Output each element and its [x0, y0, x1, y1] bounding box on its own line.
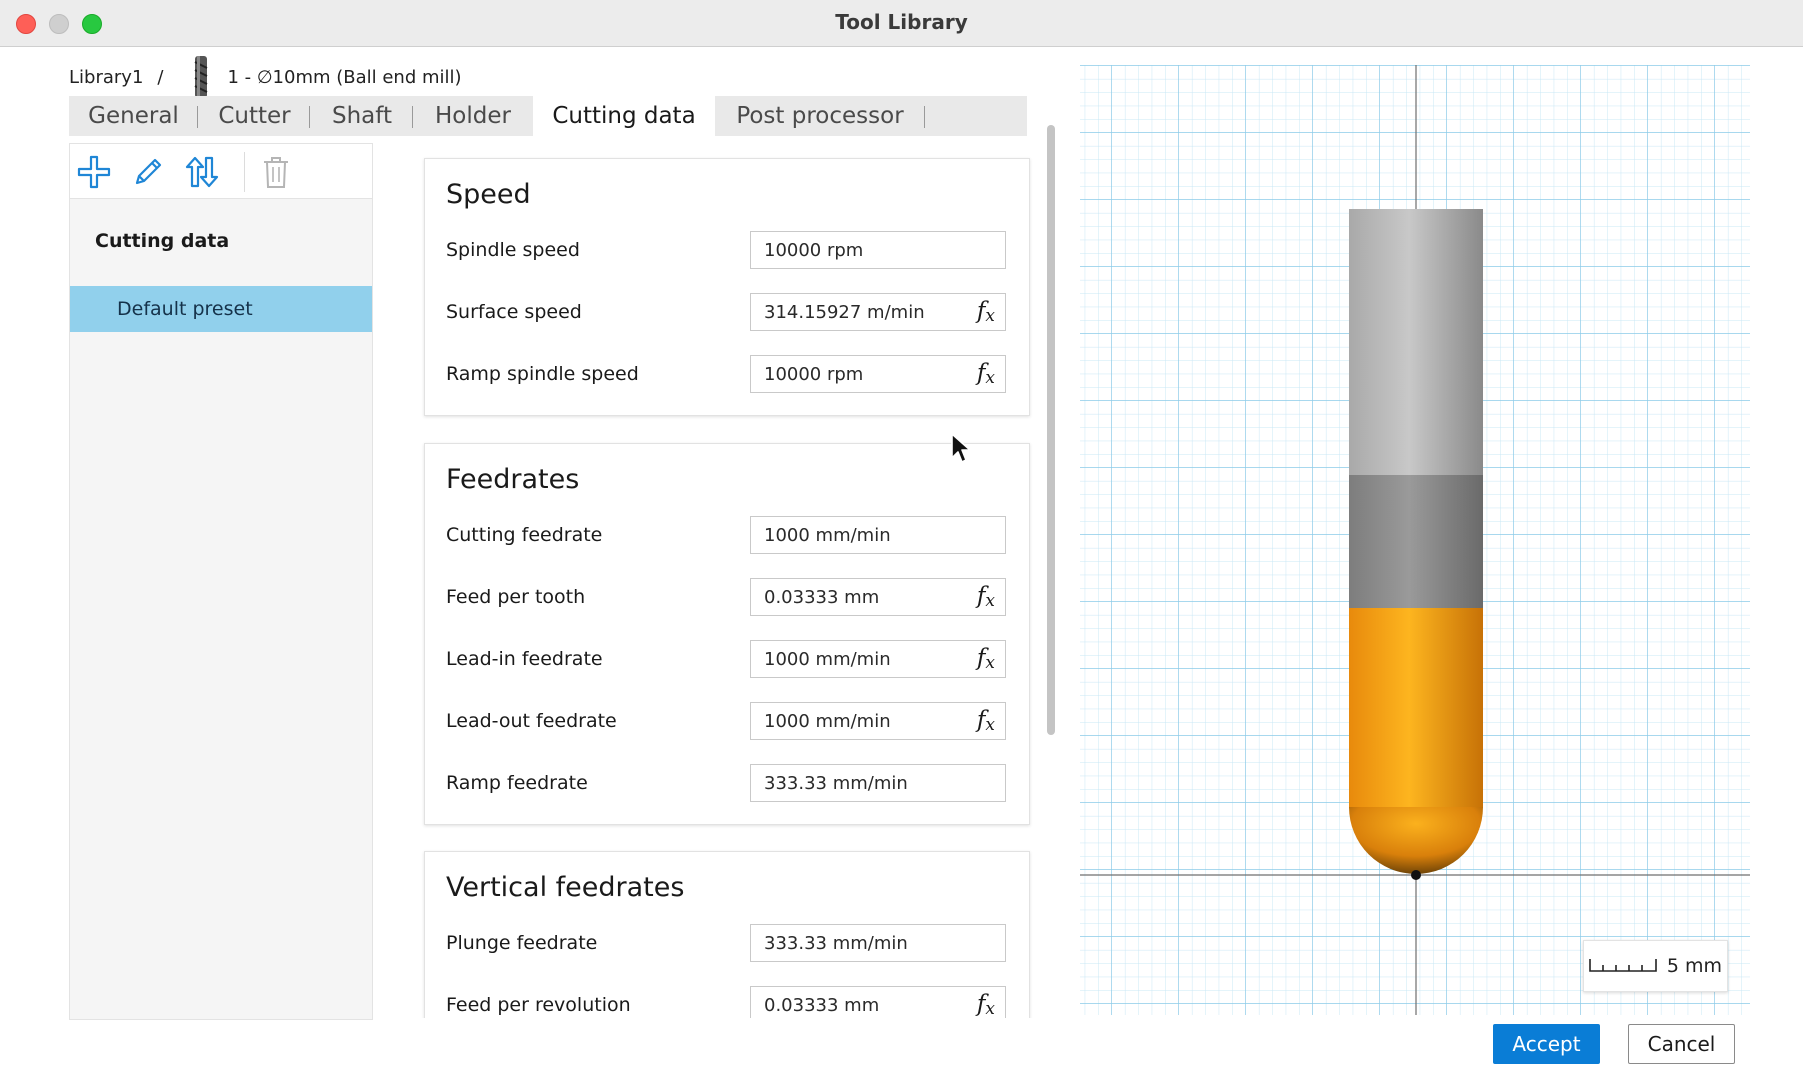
add-preset-button[interactable]: [76, 154, 112, 190]
lead-out-feedrate-label: Lead-out feedrate: [446, 710, 617, 732]
formula-icon[interactable]: fx: [977, 583, 995, 611]
preset-group-header: Cutting data: [95, 230, 230, 252]
sort-icon: [185, 156, 219, 188]
lead-in-feedrate-field[interactable]: fx: [750, 640, 1006, 678]
feedrates-section: Feedrates Cutting feedrate Feed per toot…: [424, 443, 1030, 825]
cancel-button[interactable]: Cancel: [1628, 1024, 1735, 1064]
cutting-feedrate-input[interactable]: [751, 517, 964, 553]
fx-sub: x: [985, 368, 995, 388]
section-title: Feedrates: [446, 464, 580, 495]
ramp-feedrate-field[interactable]: [750, 764, 1006, 802]
ramp-feedrate-label: Ramp feedrate: [446, 772, 588, 794]
edit-preset-button[interactable]: [130, 154, 166, 190]
surface-speed-field[interactable]: fx: [750, 293, 1006, 331]
formula-icon[interactable]: fx: [977, 360, 995, 388]
window-title: Tool Library: [835, 10, 968, 34]
cutting-feedrate-field[interactable]: [750, 516, 1006, 554]
delete-preset-button[interactable]: [258, 154, 294, 190]
tab-label: Cutting data: [552, 103, 696, 129]
tool-holder-shape: [1349, 209, 1483, 477]
preset-item-label: Default preset: [117, 298, 253, 320]
tool-shaft-shape: [1349, 475, 1483, 610]
speed-section: Speed Spindle speed Surface speed fx Ram…: [424, 158, 1030, 416]
lead-in-feedrate-label: Lead-in feedrate: [446, 648, 603, 670]
lead-in-feedrate-input[interactable]: [751, 641, 964, 677]
tab-general[interactable]: General: [69, 96, 198, 136]
tool-cutter-shape: [1349, 608, 1483, 808]
surface-speed-input[interactable]: [751, 294, 964, 330]
edit-icon: [135, 158, 162, 185]
formula-icon[interactable]: fx: [977, 707, 995, 735]
tab-bar: General Cutter Shaft Holder Cutting data…: [69, 94, 1027, 138]
plunge-feedrate-label: Plunge feedrate: [446, 932, 598, 954]
section-title: Vertical feedrates: [446, 872, 685, 903]
tab-post-processor[interactable]: Post processor: [715, 96, 925, 136]
mouse-cursor-icon: [951, 433, 971, 463]
fx-sub: x: [985, 653, 995, 673]
lead-out-feedrate-input[interactable]: [751, 703, 964, 739]
preset-toolbar: [70, 144, 372, 199]
section-title: Speed: [446, 179, 531, 210]
ramp-spindle-speed-label: Ramp spindle speed: [446, 363, 639, 385]
cutting-feedrate-label: Cutting feedrate: [446, 524, 603, 546]
ramp-spindle-speed-field[interactable]: fx: [750, 355, 1006, 393]
plunge-feedrate-field[interactable]: [750, 924, 1006, 962]
surface-speed-label: Surface speed: [446, 301, 582, 323]
toolbar-divider: [244, 152, 245, 192]
tab-label: Post processor: [736, 103, 904, 129]
spindle-speed-input[interactable]: [751, 232, 964, 268]
breadcrumb: Library1 / 1 - ∅10mm (Ball end mill): [69, 56, 462, 98]
fx-sub: x: [985, 999, 995, 1019]
tab-label: Shaft: [332, 103, 392, 129]
end-mill-icon: [195, 56, 208, 98]
tab-label: Holder: [435, 103, 511, 129]
formula-icon[interactable]: fx: [977, 645, 995, 673]
form-scrollbar[interactable]: [1047, 125, 1055, 735]
fx-sub: x: [985, 715, 995, 735]
tab-divider: [309, 106, 310, 128]
feed-per-tooth-input[interactable]: [751, 579, 964, 615]
preset-panel: Cutting data Default preset: [69, 143, 373, 1020]
tab-label: Cutter: [218, 103, 291, 129]
tab-shaft[interactable]: Shaft: [311, 96, 413, 136]
ruler-icon: [1589, 959, 1657, 972]
lead-out-feedrate-field[interactable]: fx: [750, 702, 1006, 740]
vertical-feedrates-section: Vertical feedrates Plunge feedrate Feed …: [424, 851, 1030, 1024]
breadcrumb-tool: 1 - ∅10mm (Ball end mill): [227, 66, 462, 88]
spindle-speed-label: Spindle speed: [446, 239, 580, 261]
tab-divider: [924, 106, 925, 128]
formula-icon[interactable]: fx: [977, 298, 995, 326]
tool-preview: [1080, 65, 1750, 1015]
breadcrumb-separator: /: [157, 66, 164, 88]
feed-per-tooth-field[interactable]: fx: [750, 578, 1006, 616]
tool-tip-point: [1411, 870, 1421, 880]
fx-sub: x: [985, 306, 995, 326]
breadcrumb-library[interactable]: Library1: [69, 67, 143, 88]
fx-sub: x: [985, 591, 995, 611]
tab-cutter[interactable]: Cutter: [198, 96, 311, 136]
accept-button[interactable]: Accept: [1493, 1024, 1600, 1064]
feed-per-revolution-label: Feed per revolution: [446, 994, 631, 1016]
spindle-speed-field[interactable]: [750, 231, 1006, 269]
ramp-spindle-speed-input[interactable]: [751, 356, 964, 392]
feed-per-tooth-label: Feed per tooth: [446, 586, 586, 608]
add-icon: [77, 155, 111, 189]
tab-label: General: [88, 103, 179, 129]
formula-icon[interactable]: fx: [977, 991, 995, 1019]
ramp-feedrate-input[interactable]: [751, 765, 964, 801]
scale-indicator: 5 mm: [1583, 940, 1728, 992]
title-bar: Tool Library: [0, 0, 1803, 47]
tab-holder[interactable]: Holder: [413, 96, 533, 136]
plunge-feedrate-input[interactable]: [751, 925, 964, 961]
delete-icon: [264, 157, 288, 188]
dialog-footer: [400, 1018, 1060, 1080]
tab-cutting-data[interactable]: Cutting data: [533, 94, 715, 138]
sort-presets-button[interactable]: [184, 154, 220, 190]
scale-label: 5 mm: [1666, 955, 1723, 977]
preset-item-default[interactable]: Default preset: [70, 286, 372, 332]
